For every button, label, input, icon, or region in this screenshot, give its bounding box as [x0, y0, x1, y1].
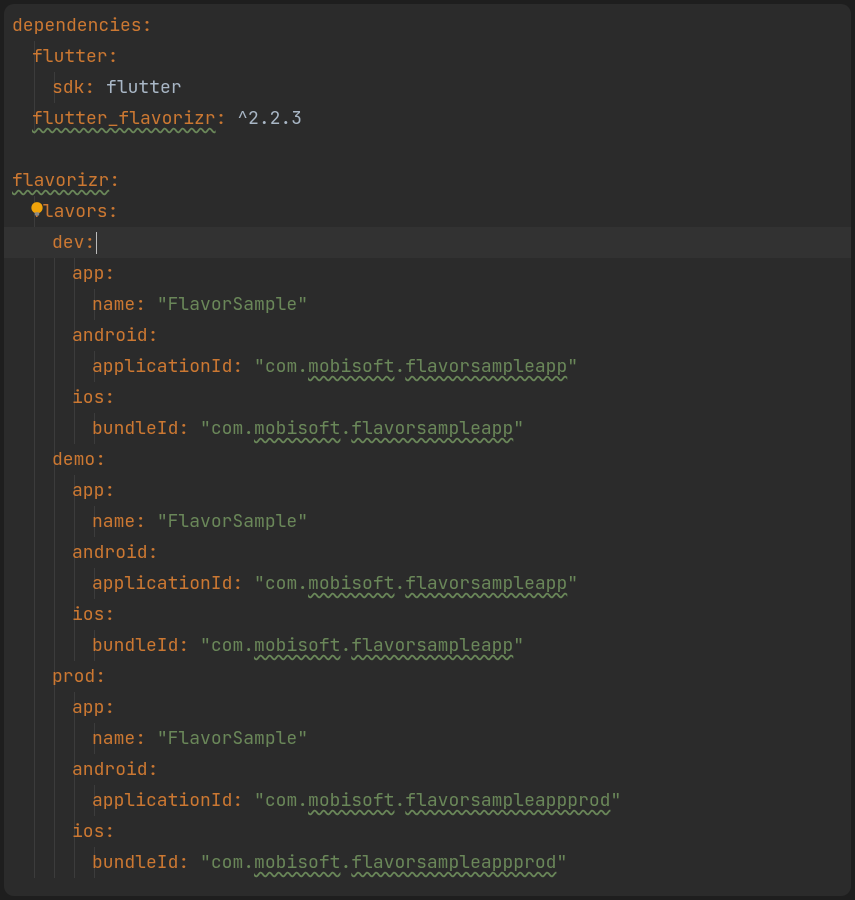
yaml-string: "com.mobisoft.flavorsampleappprod": [200, 847, 567, 878]
code-line[interactable]: ios:: [4, 382, 851, 413]
colon: :: [178, 413, 189, 444]
code-line[interactable]: android:: [4, 754, 851, 785]
code-line[interactable]: android:: [4, 320, 851, 351]
yaml-key: flutter_flavorizr: [32, 103, 216, 134]
yaml-key: dependencies: [12, 10, 142, 41]
text-caret: [96, 232, 97, 254]
colon: :: [95, 444, 106, 475]
yaml-key: demo: [52, 444, 95, 475]
yaml-key: name: [92, 723, 135, 754]
code-line[interactable]: flutter:: [4, 41, 851, 72]
code-line[interactable]: prod:: [4, 661, 851, 692]
code-line-active[interactable]: dev:: [4, 227, 851, 258]
yaml-key: applicationId: [92, 351, 232, 382]
colon: :: [84, 227, 95, 258]
code-line[interactable]: [4, 134, 851, 165]
colon: :: [104, 258, 115, 289]
colon: :: [148, 537, 159, 568]
yaml-key: ios: [72, 382, 104, 413]
colon: :: [104, 382, 115, 413]
code-line[interactable]: demo:: [4, 444, 851, 475]
yaml-key: app: [72, 692, 104, 723]
colon: :: [178, 630, 189, 661]
code-line[interactable]: applicationId: "com.mobisoft.flavorsampl…: [4, 568, 851, 599]
code-line[interactable]: bundleId: "com.mobisoft.flavorsampleappp…: [4, 847, 851, 878]
colon: :: [104, 599, 115, 630]
colon: :: [216, 103, 227, 134]
code-line[interactable]: app:: [4, 692, 851, 723]
yaml-key: app: [72, 475, 104, 506]
colon: :: [232, 351, 243, 382]
colon: :: [104, 816, 115, 847]
yaml-key: dev: [52, 227, 84, 258]
code-line[interactable]: ios:: [4, 599, 851, 630]
yaml-key: bundleId: [92, 630, 178, 661]
code-line[interactable]: flutter_flavorizr: ^2.2.3: [4, 103, 851, 134]
colon: :: [95, 661, 106, 692]
yaml-key: android: [72, 320, 148, 351]
code-editor[interactable]: dependencies: flutter: sdk: flutter flut…: [4, 4, 851, 896]
yaml-value: flutter: [106, 72, 182, 103]
colon: :: [148, 320, 159, 351]
colon: :: [232, 785, 243, 816]
yaml-string: "com.mobisoft.flavorsampleapp": [254, 351, 578, 382]
colon: :: [104, 692, 115, 723]
colon: :: [142, 10, 153, 41]
yaml-string: "com.mobisoft.flavorsampleapp": [200, 630, 524, 661]
yaml-value: [95, 72, 106, 103]
code-line[interactable]: applicationId: "com.mobisoft.flavorsampl…: [4, 351, 851, 382]
yaml-string: "com.mobisoft.flavorsampleapp": [200, 413, 524, 444]
code-line[interactable]: flavors:: [4, 196, 851, 227]
code-line[interactable]: name: "FlavorSample": [4, 506, 851, 537]
yaml-key: name: [92, 506, 135, 537]
colon: :: [135, 723, 146, 754]
yaml-key: ios: [72, 816, 104, 847]
yaml-string: "com.mobisoft.flavorsampleapp": [254, 568, 578, 599]
colon: :: [104, 475, 115, 506]
yaml-string: "FlavorSample": [157, 289, 308, 320]
yaml-key: applicationId: [92, 568, 232, 599]
lightbulb-icon[interactable]: [28, 201, 46, 219]
yaml-key: flavorizr: [12, 165, 109, 196]
code-line[interactable]: app:: [4, 258, 851, 289]
code-line[interactable]: bundleId: "com.mobisoft.flavorsampleapp": [4, 413, 851, 444]
code-line[interactable]: flavorizr:: [4, 165, 851, 196]
colon: :: [84, 72, 95, 103]
code-line[interactable]: dependencies:: [4, 10, 851, 41]
yaml-key: ios: [72, 599, 104, 630]
yaml-key: flutter: [32, 41, 108, 72]
yaml-key: android: [72, 754, 148, 785]
colon: :: [108, 196, 119, 227]
code-line[interactable]: name: "FlavorSample": [4, 723, 851, 754]
yaml-value: ^2.2.3: [237, 103, 302, 134]
colon: :: [178, 847, 189, 878]
colon: :: [135, 506, 146, 537]
yaml-key: android: [72, 537, 148, 568]
colon: :: [109, 165, 120, 196]
yaml-key: bundleId: [92, 847, 178, 878]
code-line[interactable]: ios:: [4, 816, 851, 847]
code-line[interactable]: android:: [4, 537, 851, 568]
code-line[interactable]: app:: [4, 475, 851, 506]
code-line[interactable]: applicationId: "com.mobisoft.flavorsampl…: [4, 785, 851, 816]
colon: :: [108, 41, 119, 72]
yaml-key: bundleId: [92, 413, 178, 444]
code-line[interactable]: name: "FlavorSample": [4, 289, 851, 320]
code-line[interactable]: sdk: flutter: [4, 72, 851, 103]
yaml-key: applicationId: [92, 785, 232, 816]
colon: :: [135, 289, 146, 320]
yaml-key: prod: [52, 661, 95, 692]
yaml-string: "com.mobisoft.flavorsampleappprod": [254, 785, 621, 816]
colon: :: [148, 754, 159, 785]
code-line[interactable]: bundleId: "com.mobisoft.flavorsampleapp": [4, 630, 851, 661]
yaml-key: name: [92, 289, 135, 320]
yaml-string: "FlavorSample": [157, 506, 308, 537]
colon: :: [232, 568, 243, 599]
yaml-string: "FlavorSample": [157, 723, 308, 754]
yaml-key: sdk: [52, 72, 84, 103]
yaml-key: app: [72, 258, 104, 289]
